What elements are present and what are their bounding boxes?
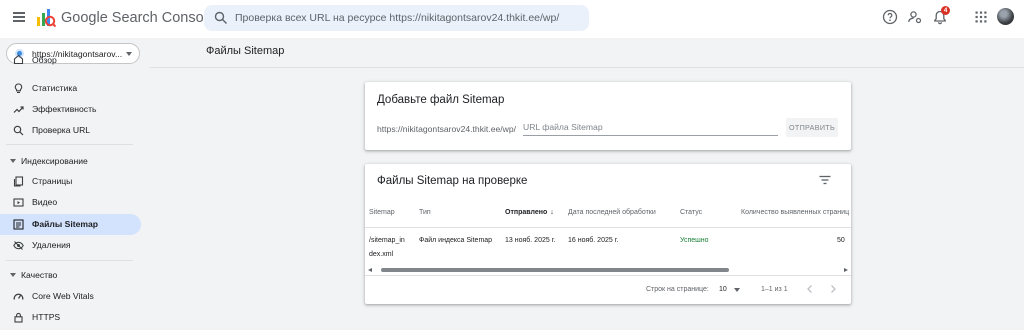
chevron-down-icon[interactable]: [734, 288, 740, 292]
sidebar-item-label: Эффективность: [32, 104, 97, 114]
section-indexing[interactable]: Индексирование: [0, 152, 141, 170]
search-icon: [214, 11, 227, 24]
sitemap-url-prefix: https://nikitagontsarov24.thkit.ee/wp/: [377, 124, 517, 134]
table-footer-divider: [365, 275, 851, 276]
sitemap-icon: [13, 219, 24, 230]
table-header-divider: [365, 227, 851, 228]
sitemap-url-input[interactable]: [523, 119, 778, 136]
chevron-down-icon: [10, 159, 16, 163]
column-header-type[interactable]: Тип: [419, 209, 431, 216]
section-label: Качество: [21, 270, 58, 280]
sidebar-item-label: Файлы Sitemap: [32, 219, 99, 229]
sidebar-item-label: Обзор: [32, 55, 57, 65]
trending-up-icon: [13, 106, 24, 113]
top-app-bar: Google Search Console Проверка всех URL …: [0, 0, 1024, 38]
scroll-right-icon[interactable]: [844, 268, 848, 272]
search-placeholder[interactable]: Проверка всех URL на ресурсе https://nik…: [235, 12, 559, 24]
table-cell-discovered-pages: 50: [837, 237, 845, 244]
table-cell-last-read: 16 нояб. 2025 г.: [568, 237, 619, 244]
page-title: Файлы Sitemap: [206, 45, 285, 57]
sidebar-item-label: Core Web Vitals: [32, 291, 94, 301]
horizontal-scrollbar[interactable]: [365, 267, 851, 273]
chevron-right-icon[interactable]: [828, 284, 838, 294]
column-header-sitemap[interactable]: Sitemap: [369, 209, 395, 216]
arrow-down-icon: ↓: [550, 209, 554, 216]
lightbulb-icon: [14, 83, 23, 94]
pagination-range: 1–1 из 1: [761, 286, 788, 293]
sidebar-item-label: HTTPS: [32, 312, 61, 322]
notification-badge: 4: [941, 6, 950, 15]
sidebar-item-removals[interactable]: Удаления: [0, 235, 141, 256]
apps-icon[interactable]: [973, 9, 989, 25]
search-icon: [13, 125, 24, 136]
rows-per-page-label: Строк на странице:: [646, 286, 709, 293]
sidebar-item-performance[interactable]: Эффективность: [0, 99, 141, 120]
home-icon: [13, 54, 24, 65]
rows-per-page-select[interactable]: 10: [719, 286, 727, 293]
submit-sitemap-button[interactable]: ОТПРАВИТЬ: [786, 118, 838, 137]
chevron-down-icon: [10, 273, 16, 277]
speed-icon: [13, 293, 24, 300]
section-quality[interactable]: Качество: [0, 266, 141, 284]
column-header-discovered-pages[interactable]: Количество выявленных страниц: [741, 209, 849, 216]
table-cell-sitemap[interactable]: /sitemap_in: [369, 237, 405, 244]
sidebar-item-pages[interactable]: Страницы: [0, 171, 141, 192]
help-icon[interactable]: [882, 9, 898, 25]
search-console-logo[interactable]: [36, 8, 56, 28]
sidebar-divider: [6, 144, 133, 145]
sidebar-item-url-inspection[interactable]: Проверка URL: [0, 120, 141, 141]
video-icon: [13, 198, 24, 207]
app-title: Google Search Console: [61, 10, 215, 26]
column-header-label: Отправлено: [505, 209, 548, 216]
scrollbar-thumb[interactable]: [381, 268, 729, 272]
scroll-left-icon[interactable]: [368, 268, 372, 272]
chevron-left-icon[interactable]: [805, 284, 815, 294]
sidebar-item-label: Видео: [32, 197, 58, 207]
menu-icon[interactable]: [13, 12, 25, 22]
sidebar-item-sitemaps[interactable]: Файлы Sitemap: [0, 214, 141, 235]
section-label: Индексирование: [21, 156, 88, 166]
manage-users-icon[interactable]: [907, 9, 923, 25]
removals-icon: [13, 241, 24, 250]
submitted-sitemaps-card: Файлы Sitemap на проверке Sitemap Тип От…: [365, 164, 851, 304]
table-cell-type: Файл индекса Sitemap: [419, 237, 493, 244]
sidebar-item-video[interactable]: Видео: [0, 192, 141, 213]
sidebar: https://nikitagontsarov... Обзор Статист…: [0, 38, 150, 330]
sidebar-item-label: Статистика: [32, 83, 78, 93]
sidebar-item-statistics[interactable]: Статистика: [0, 78, 141, 99]
sidebar-divider: [6, 260, 133, 261]
column-header-last-read[interactable]: Дата последней обработки: [568, 209, 656, 216]
account-avatar[interactable]: [997, 8, 1014, 25]
sidebar-item-label: Страницы: [32, 176, 73, 186]
sidebar-item-overview[interactable]: Обзор: [0, 54, 141, 71]
submitted-sitemaps-title: Файлы Sitemap на проверке: [377, 175, 528, 187]
filter-icon[interactable]: [819, 175, 831, 185]
sidebar-item-label: Удаления: [32, 240, 71, 250]
status-badge: Успешно: [680, 237, 709, 244]
table-cell-submitted: 13 нояб. 2025 г.: [505, 237, 556, 244]
column-header-status[interactable]: Статус: [680, 209, 702, 216]
sidebar-item-label: Проверка URL: [32, 125, 91, 135]
sidebar-item-core-web-vitals[interactable]: Core Web Vitals: [0, 286, 141, 307]
lock-icon: [14, 312, 23, 323]
page-title-divider: [150, 67, 1024, 68]
url-inspection-search[interactable]: Проверка всех URL на ресурсе https://nik…: [204, 5, 589, 31]
add-sitemap-title: Добавьте файл Sitemap: [377, 94, 505, 106]
chevron-down-icon: [126, 52, 132, 56]
table-cell-sitemap[interactable]: dex.xml: [369, 251, 393, 258]
pages-icon: [13, 176, 24, 187]
sidebar-item-https[interactable]: HTTPS: [0, 307, 141, 328]
column-header-submitted[interactable]: Отправлено ↓: [505, 209, 554, 216]
add-sitemap-card: Добавьте файл Sitemap https://nikitagont…: [365, 82, 851, 150]
